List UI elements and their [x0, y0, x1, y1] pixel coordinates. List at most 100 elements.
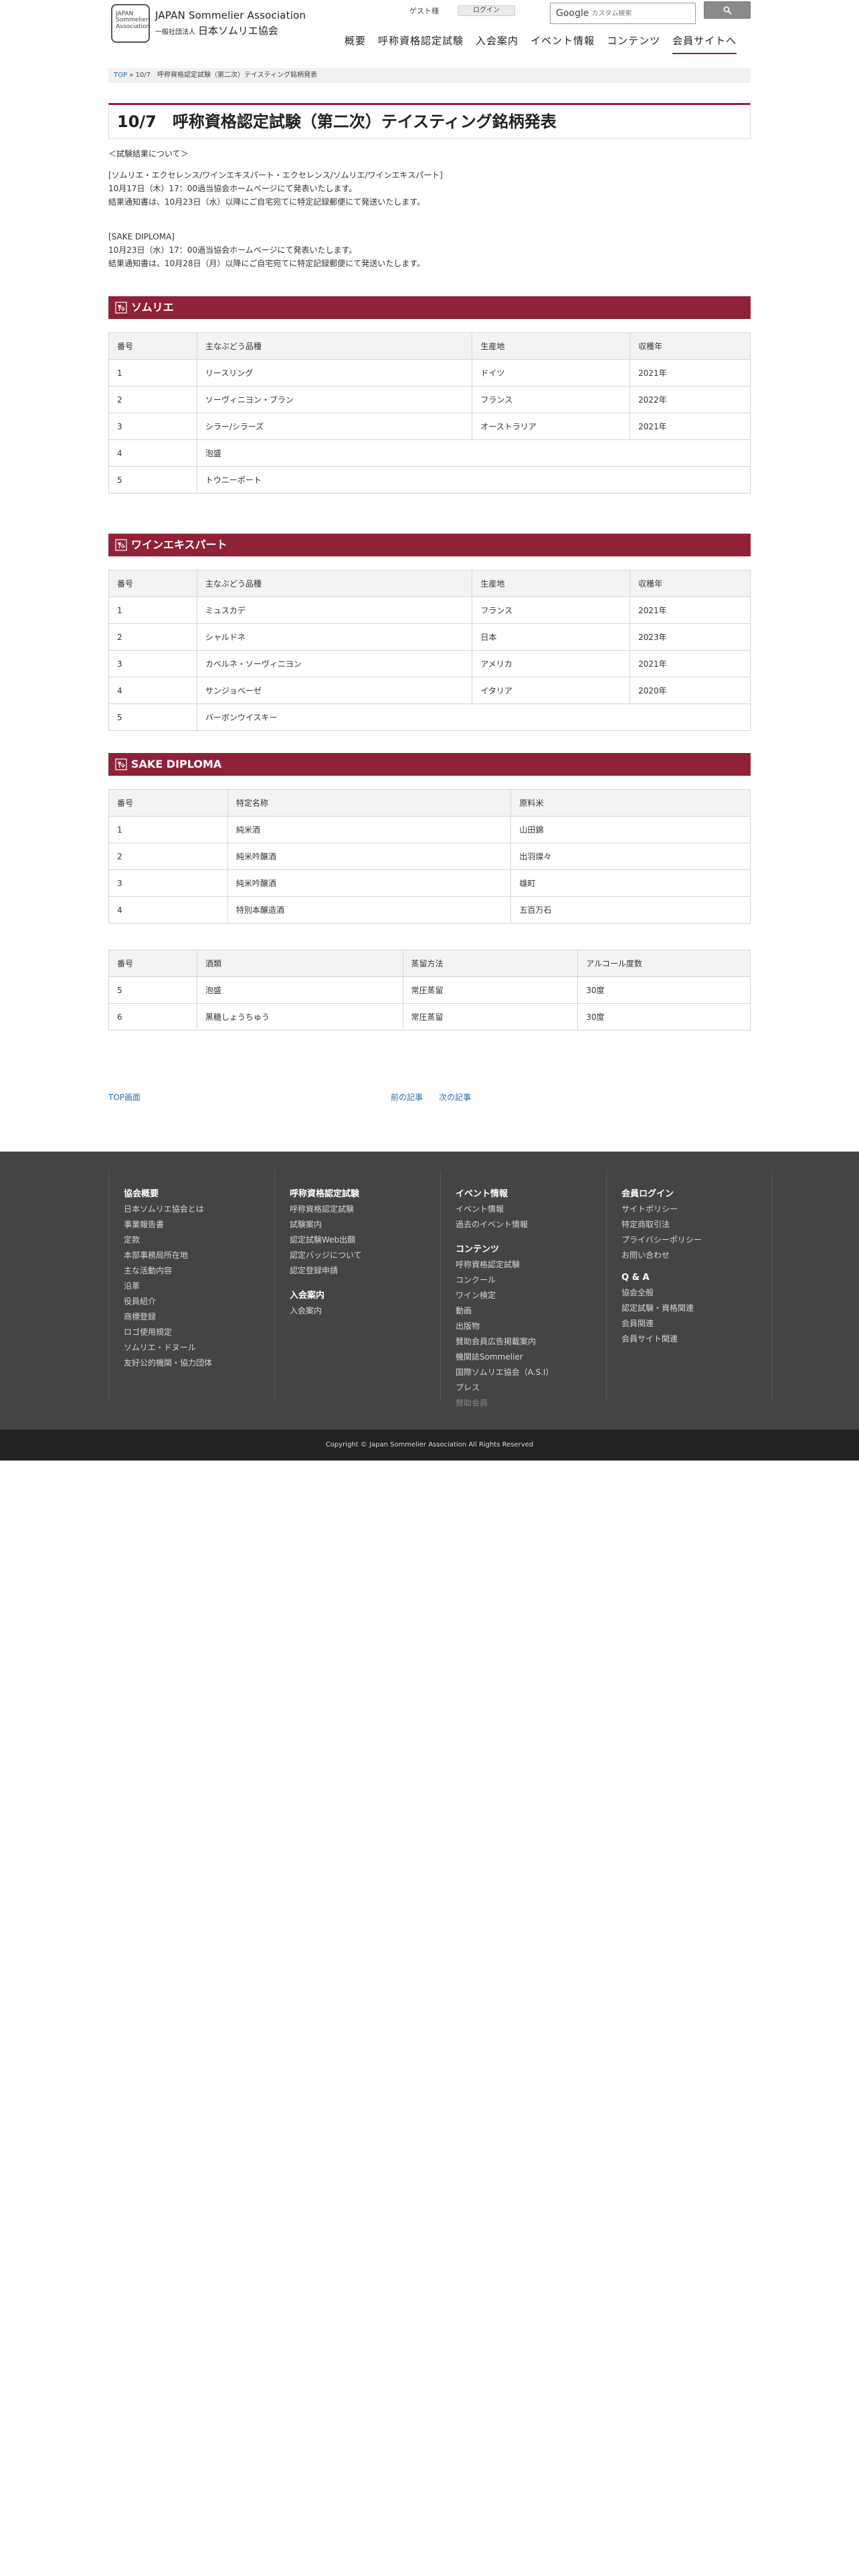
login-button[interactable]: ログイン: [458, 5, 515, 16]
footer-heading: Q & A: [622, 1273, 650, 1283]
cell-number: 1: [108, 597, 197, 624]
cell-liquor-type: 泡盛: [196, 976, 403, 1004]
cell-alcohol: 30度: [577, 976, 751, 1004]
footer-link[interactable]: お問い合わせ: [622, 1248, 771, 1263]
footer-heading: 協会概要: [124, 1189, 159, 1199]
page-title: 10/7 呼称資格認定試験（第二次）テイスティング銘柄発表: [108, 103, 751, 139]
table-row: 4 特別本醸造酒 五百万石: [108, 896, 751, 924]
footer-link[interactable]: ソムリエ・ドヌール: [124, 1340, 274, 1356]
top-page-link[interactable]: TOP画面: [108, 1091, 140, 1103]
footer-link[interactable]: 沿革: [124, 1279, 274, 1294]
footer-link[interactable]: 会員サイト関連: [622, 1331, 771, 1347]
prev-article-link[interactable]: 前の記事: [391, 1091, 423, 1103]
footer-link[interactable]: ワイン検定: [456, 1288, 606, 1303]
breadcrumb-top[interactable]: TOP: [114, 72, 127, 79]
footer-link[interactable]: 賛助会員: [456, 1396, 606, 1411]
table-row: 3 シラー/シラーズ オーストラリア 2021年: [108, 413, 751, 440]
footer-link[interactable]: 賛助会員広告掲載案内: [456, 1334, 606, 1350]
nav-contents[interactable]: コンテンツ: [607, 33, 660, 54]
nav-events[interactable]: イベント情報: [531, 33, 595, 54]
footer-link[interactable]: 呼称資格認定試験: [290, 1202, 440, 1217]
sake-result-line1: 10月23日（水）17：00過当協会ホームページにて発表いたします。: [108, 245, 357, 255]
footer-link[interactable]: プレス: [456, 1380, 606, 1396]
footer-link[interactable]: 会員関連: [622, 1316, 771, 1331]
header-liquor-type: 酒類: [196, 950, 403, 977]
footer-link[interactable]: 認定試験Web出願: [290, 1232, 440, 1248]
nav-exam[interactable]: 呼称資格認定試験: [378, 33, 464, 54]
site-logo[interactable]: JAPAN Sommelier Association JAPAN Sommel…: [111, 4, 306, 43]
sommelier-result-label: [ソムリエ・エクセレンス/ワインエキスパート・エクセレンス/ソムリエ/ワインエキ…: [108, 171, 443, 180]
footer-heading: コンテンツ: [456, 1245, 500, 1255]
footer-link[interactable]: イベント情報: [456, 1202, 606, 1217]
footer-heading: 会員ログイン: [622, 1189, 674, 1199]
footer-link[interactable]: 事業報告書: [124, 1217, 274, 1232]
footer-link[interactable]: 試験案内: [290, 1217, 440, 1232]
footer-link[interactable]: 協会全般: [622, 1285, 771, 1301]
table-row: 1 ミュスカデ フランス 2021年: [108, 597, 751, 624]
footer-link[interactable]: 本部事務局所在地: [124, 1248, 274, 1263]
header-vintage: 収穫年: [630, 332, 751, 360]
footer-link[interactable]: 認定登録申請: [290, 1263, 440, 1279]
footer-link[interactable]: 特定商取引法: [622, 1217, 771, 1232]
header-rice: 原料米: [510, 789, 751, 817]
search-button[interactable]: [704, 1, 751, 19]
sake-table: 番号 特定名称 原料米 1 純米酒 山田錦 2 純米吟醸酒 出羽燦々 3 純米吟…: [108, 789, 751, 924]
next-article-link[interactable]: 次の記事: [439, 1091, 471, 1103]
sommelier-result-line1: 10月17日（木）17：00過当協会ホームページにて発表いたします。: [108, 184, 357, 193]
cell-alcohol: 30度: [577, 1003, 751, 1031]
cell-number: 3: [108, 650, 197, 677]
footer-link[interactable]: 日本ソムリエ協会とは: [124, 1202, 274, 1217]
footer-link[interactable]: 商標登録: [124, 1309, 274, 1325]
wine-glass-icon: [115, 758, 127, 770]
sake-result-line2: 結果通知書は、10月28日（月）以降にご自宅宛てに特定記録郵便にて発送いたします…: [108, 259, 425, 268]
footer-link[interactable]: 機関誌Sommelier: [456, 1350, 606, 1365]
search-input[interactable]: [591, 9, 692, 17]
nav-overview[interactable]: 概要: [345, 33, 366, 54]
cell-origin: アメリカ: [472, 650, 631, 677]
footer-link[interactable]: 定款: [124, 1232, 274, 1248]
footer-link[interactable]: 国際ソムリエ協会（A.S.I）: [456, 1365, 606, 1380]
cell-grape: サンジョベーゼ: [196, 677, 473, 704]
footer-link[interactable]: コンクール: [456, 1273, 606, 1288]
cell-rice: 五百万石: [510, 896, 751, 924]
footer-col-about: 協会概要 日本ソムリエ協会とは 事業報告書 定款 本部事務局所在地 主な活動内容…: [108, 1170, 274, 1400]
footer-link[interactable]: 役員紹介: [124, 1294, 274, 1309]
table-row: 1 リースリング ドイツ 2021年: [108, 359, 751, 387]
header-designation: 特定名称: [227, 789, 512, 817]
table-row: 1 純米酒 山田錦: [108, 816, 751, 843]
footer-link[interactable]: 出版物: [456, 1319, 606, 1334]
site-search[interactable]: Google: [550, 3, 696, 24]
footer-link[interactable]: ロゴ使用規定: [124, 1325, 274, 1340]
footer-link[interactable]: 動画: [456, 1303, 606, 1319]
cell-origin: イタリア: [472, 677, 631, 704]
header-grape: 主なぶどう品種: [196, 332, 473, 360]
nav-member-site[interactable]: 会員サイトへ: [672, 33, 737, 54]
cell-number: 1: [108, 816, 228, 843]
cell-number: 5: [108, 466, 197, 494]
cell-designation: 特別本醸造酒: [227, 896, 512, 924]
cell-item: バーボンウイスキー: [196, 704, 751, 731]
cell-origin: フランス: [472, 597, 631, 624]
breadcrumb-separator: »: [129, 72, 134, 79]
cell-vintage: 2021年: [630, 597, 751, 624]
footer-link[interactable]: 入会案内: [290, 1303, 440, 1319]
section-sake-title: SAKE DIPLOMA: [131, 758, 222, 770]
wine-glass-icon: [115, 539, 127, 551]
footer-link[interactable]: 過去のイベント情報: [456, 1217, 606, 1232]
cell-distillation: 常圧蒸留: [402, 1003, 579, 1031]
footer-link[interactable]: 友好公的機関・協力団体: [124, 1356, 274, 1371]
nav-membership[interactable]: 入会案内: [476, 33, 518, 54]
footer-link[interactable]: プライバシーポリシー: [622, 1232, 771, 1248]
search-icon: [723, 6, 732, 15]
footer-col-exam: 呼称資格認定試験 呼称資格認定試験 試験案内 認定試験Web出願 認定バッジにつ…: [274, 1170, 440, 1400]
header-grape: 主なぶどう品種: [196, 570, 473, 597]
footer-link[interactable]: 認定バッジについて: [290, 1248, 440, 1263]
table-row: 5 バーボンウイスキー: [108, 704, 751, 731]
footer-link[interactable]: 認定試験・資格関連: [622, 1301, 771, 1316]
footer-link[interactable]: 主な活動内容: [124, 1263, 274, 1279]
cell-item: 泡盛: [196, 439, 751, 467]
footer-link[interactable]: 呼称資格認定試験: [456, 1257, 606, 1273]
footer-link[interactable]: サイトポリシー: [622, 1202, 771, 1217]
utility-links: ゲスト様 ログイン: [409, 5, 515, 16]
footer-col-events: イベント情報 イベント情報 過去のイベント情報 コンテンツ 呼称資格認定試験 コ…: [440, 1170, 606, 1408]
